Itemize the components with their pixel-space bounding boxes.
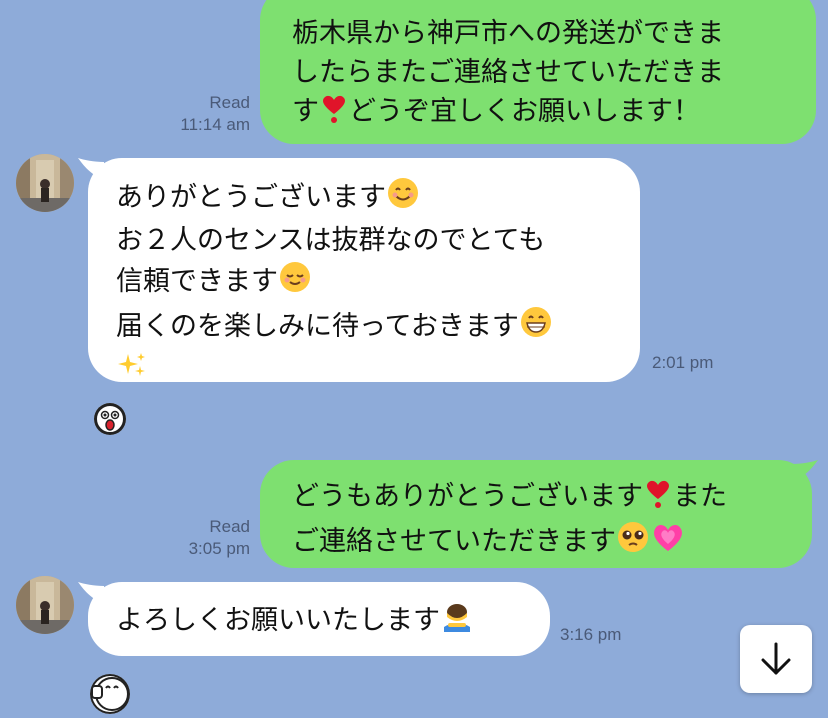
message-line-with-emoji: よろしくお願いいたします bbox=[116, 599, 526, 644]
message-line-with-emoji bbox=[116, 350, 616, 393]
message-text: 届くのを楽しみに待っておきます bbox=[116, 311, 519, 342]
avatar-photo-icon bbox=[16, 154, 74, 212]
bowing-person-emoji bbox=[440, 599, 474, 644]
message-text: す bbox=[292, 96, 319, 127]
message-text: 信頼できます bbox=[116, 266, 278, 297]
message-time: 3:16 pm bbox=[560, 625, 622, 644]
message-line-with-emoji: 信頼できます bbox=[116, 260, 616, 305]
message-text: ご連絡させていただきます bbox=[292, 526, 616, 557]
message-line-with-emoji: どうもありがとうございます また bbox=[292, 477, 788, 520]
thumbs-up-face-sticker[interactable] bbox=[90, 674, 130, 714]
message-line: 栃木県から神戸市への発送ができま bbox=[292, 18, 724, 49]
incoming-message-bubble[interactable]: よろしくお願いいたします bbox=[88, 582, 550, 656]
surprised-face-sticker[interactable] bbox=[94, 403, 126, 435]
outgoing-message-bubble[interactable]: どうもありがとうございます また ご連絡させていただきます bbox=[260, 460, 812, 568]
chat-area[interactable]: Read 11:14 am 栃木県から神戸市への発送ができま したらまたご連絡さ… bbox=[0, 0, 828, 714]
message-time: 11:14 am bbox=[180, 115, 250, 134]
sparkles-emoji bbox=[116, 350, 148, 393]
message-text: どうぞ宜しくお願いします！ bbox=[349, 96, 700, 127]
message-line-with-emoji: すどうぞ宜しくお願いします！ bbox=[292, 92, 788, 135]
growing-heart-emoji bbox=[650, 520, 686, 565]
sender-avatar[interactable] bbox=[16, 154, 74, 212]
message-meta: 3:16 pm bbox=[560, 624, 640, 646]
message-text: よろしくお願いいたします bbox=[116, 605, 440, 636]
message-meta: Read 11:14 am bbox=[158, 92, 250, 136]
incoming-message-bubble[interactable]: ありがとうございます お２人のセンスは抜群なのでとても 信頼できます 届くのを楽… bbox=[88, 158, 640, 382]
grinning-face-emoji bbox=[519, 305, 553, 350]
message-meta: 2:01 pm bbox=[652, 352, 732, 374]
surprised-face-icon bbox=[95, 404, 125, 434]
message-meta: Read 3:05 pm bbox=[158, 516, 250, 560]
message-text: また bbox=[673, 481, 727, 512]
red-heart-exclamation-emoji bbox=[319, 92, 349, 135]
message-line: お２人のセンスは抜群なのでとても bbox=[116, 225, 546, 256]
sender-avatar[interactable] bbox=[16, 576, 74, 634]
message-text: ありがとうございます bbox=[116, 182, 386, 213]
message-line-with-emoji: ありがとうございます bbox=[116, 176, 616, 221]
pleading-face-emoji bbox=[616, 520, 650, 565]
message-text: どうもありがとうございます bbox=[292, 481, 643, 512]
outgoing-message-bubble[interactable]: 栃木県から神戸市への発送ができま したらまたご連絡させていただきま すどうぞ宜し… bbox=[260, 0, 816, 144]
message-time: 3:05 pm bbox=[188, 539, 250, 558]
avatar-photo-icon bbox=[16, 576, 74, 634]
thumbs-up-face-icon bbox=[91, 677, 129, 711]
read-receipt: Read bbox=[209, 517, 250, 536]
message-line: したらまたご連絡させていただきま bbox=[292, 57, 724, 88]
message-time: 2:01 pm bbox=[652, 353, 714, 372]
read-receipt: Read bbox=[209, 93, 250, 112]
message-line-with-emoji: ご連絡させていただきます bbox=[292, 520, 788, 565]
relieved-face-emoji bbox=[278, 260, 312, 305]
message-line-with-emoji: 届くのを楽しみに待っておきます bbox=[116, 305, 616, 350]
scroll-to-bottom-button[interactable] bbox=[740, 625, 812, 693]
red-heart-exclamation-emoji bbox=[643, 477, 673, 520]
arrow-down-icon bbox=[761, 642, 791, 675]
smiling-face-emoji bbox=[386, 176, 420, 221]
